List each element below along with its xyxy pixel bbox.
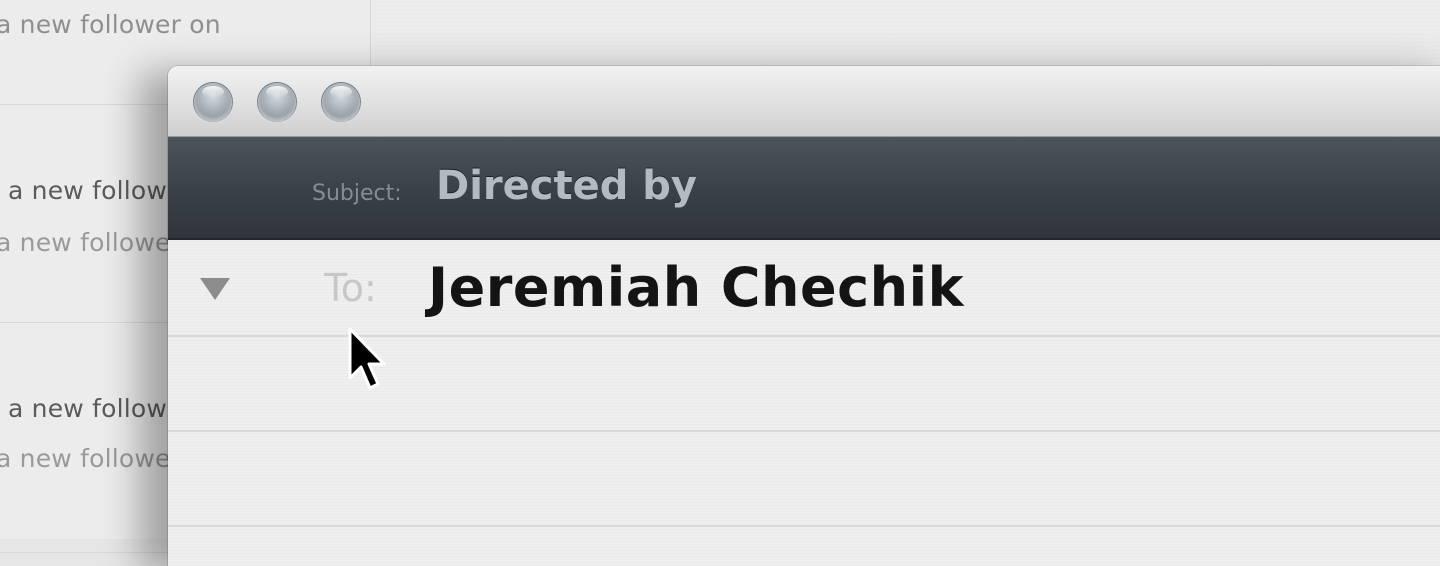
disclosure-triangle-icon[interactable] xyxy=(200,278,230,300)
to-label: To: xyxy=(324,266,377,310)
close-button-icon[interactable] xyxy=(194,83,232,121)
minimize-button-icon[interactable] xyxy=(258,83,296,121)
subject-field[interactable]: Subject: Directed by xyxy=(168,137,1440,240)
subject-label: Subject: xyxy=(312,181,402,206)
mouse-pointer-icon xyxy=(348,327,386,390)
zoom-button-icon[interactable] xyxy=(322,83,360,121)
address-fields: To: Jeremiah Chechik xyxy=(168,240,1440,566)
subject-input[interactable]: Directed by xyxy=(436,163,697,209)
title-bar[interactable] xyxy=(168,66,1440,137)
compose-window: Subject: Directed by To: Jeremiah Chechi… xyxy=(168,66,1440,566)
list-item-text: a new follower on xyxy=(0,10,221,39)
empty-field-row[interactable] xyxy=(168,430,1440,527)
to-field[interactable]: To: Jeremiah Chechik xyxy=(168,240,1440,337)
to-input[interactable]: Jeremiah Chechik xyxy=(428,256,964,319)
